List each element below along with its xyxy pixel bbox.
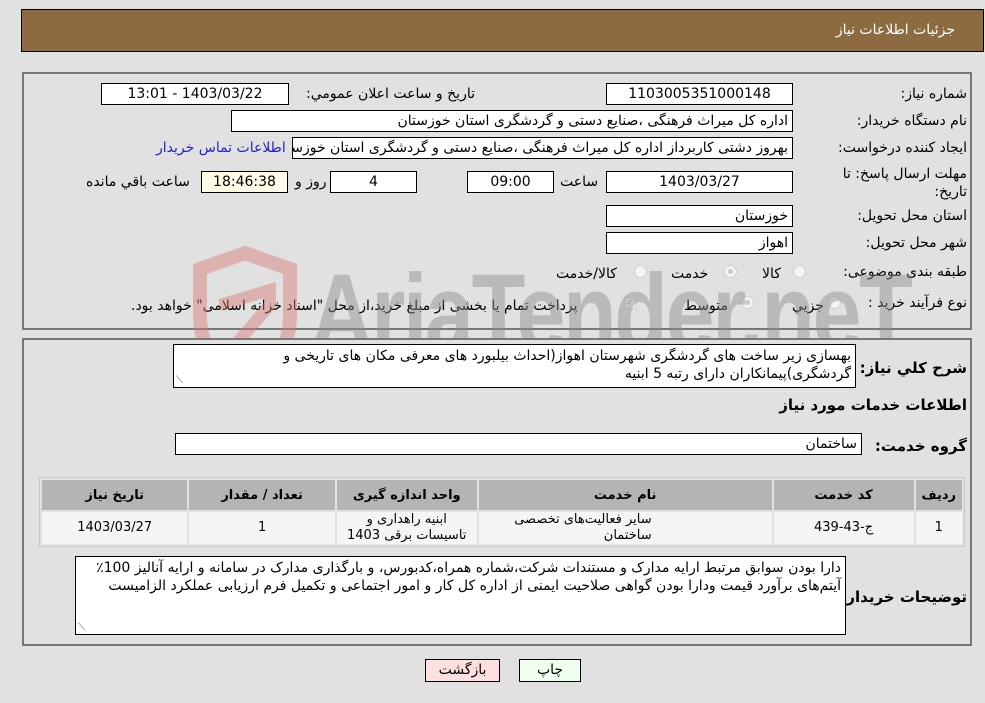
requester-label: ايجاد كننده درخواست: — [838, 140, 967, 156]
category-radio-goods[interactable] — [793, 265, 806, 278]
cell-unit: ابنیه راهداری و تاسیسات برقی 1403 — [336, 512, 477, 544]
buyer-org-label: نام دستگاه خريدار: — [856, 113, 967, 129]
buyer-org-field: اداره کل میراث فرهنگی ،صنایع دستی و گردش… — [231, 110, 793, 132]
buyer-notes-field[interactable]: دارا بودن سوابق مرتبط ارایه مدارک و مستن… — [75, 556, 846, 635]
resize-grip-icon[interactable]: ⟋ — [176, 376, 183, 386]
city-field: اهواز — [606, 232, 793, 254]
treasury-note: پرداخت تمام يا بخشی از مبلغ خريد،از محل … — [131, 298, 578, 314]
col-qty: تعداد / مقدار — [189, 480, 335, 510]
cell-code: ج-43-439 — [773, 512, 914, 544]
category-option-goods-service: کالا/خدمت — [556, 266, 617, 282]
cell-qty: 1 — [189, 512, 335, 544]
purchase-type-option-medium: متوسط — [684, 298, 728, 314]
table-row: 1 ج-43-439 سایر فعالیت‌های تخصصی ساختمان… — [42, 512, 962, 544]
purchase-type-option-minor: جزيي — [792, 298, 824, 314]
col-code: كد خدمت — [773, 480, 914, 510]
time-remaining-label: ساعت باقي مانده — [86, 174, 190, 190]
resize-grip-icon[interactable]: ⟋ — [78, 623, 85, 633]
deadline-time-label: ساعت — [560, 174, 599, 190]
col-date: تاريخ نياز — [42, 480, 188, 510]
deadline-time-field: 09:00 — [467, 171, 554, 193]
purchase-type-radio-minor[interactable] — [828, 296, 841, 309]
services-table-header: رديف كد خدمت نام خدمت واحد اندازه گيری ت… — [42, 480, 962, 510]
deadline-label: مهلت ارسال پاسخ: تا تاريخ: — [842, 166, 967, 200]
service-group-label: گروه خدمت: — [874, 437, 967, 455]
category-radio-goods-service[interactable] — [634, 265, 647, 278]
col-name: نام خدمت — [478, 480, 772, 510]
buyer-notes-text: دارا بودن سوابق مرتبط ارایه مدارک و مستن… — [96, 560, 841, 594]
page-header: جزئيات اطلاعات نیاز — [21, 9, 984, 52]
announce-datetime-field: 1403/03/22 - 13:01 — [101, 83, 289, 105]
announce-datetime-label: تاريخ و ساعت اعلان عمومي: — [306, 86, 475, 102]
province-label: استان محل تحويل: — [857, 208, 967, 224]
need-number-field: 1103005351000148 — [606, 83, 793, 105]
description-field[interactable]: بهسازی زیر ساخت های گردشگری شهرستان اهوا… — [173, 344, 856, 388]
time-remaining-field: 18:46:38 — [201, 171, 288, 193]
category-option-goods: کالا — [762, 266, 781, 282]
category-radio-service[interactable] — [724, 265, 737, 278]
col-unit: واحد اندازه گيری — [336, 480, 477, 510]
page-title: جزئيات اطلاعات نیاز — [835, 22, 955, 38]
cell-date: 1403/03/27 — [42, 512, 188, 544]
purchase-type-label: نوع فرآيند خريد : — [868, 295, 967, 311]
purchase-type-radio-medium[interactable] — [741, 296, 754, 309]
days-remaining-field: 4 — [330, 171, 417, 193]
requester-field: بهروز دشتی کاربرداز اداره کل میراث فرهنگ… — [292, 137, 793, 159]
service-group-field: ساختمان — [175, 433, 862, 455]
cell-name: سایر فعالیت‌های تخصصی ساختمان — [478, 512, 772, 544]
province-field: خوزستان — [606, 205, 793, 227]
services-table: رديف كد خدمت نام خدمت واحد اندازه گيری ت… — [39, 477, 965, 547]
category-label: طبقه بندی موضوعی: — [843, 264, 967, 280]
buyer-contact-link[interactable]: اطلاعات تماس خريدار — [156, 140, 286, 156]
buyer-notes-label: توضيحات خريدار: — [840, 588, 967, 606]
description-label: شرح كلي نياز: — [859, 359, 967, 377]
description-text: بهسازی زیر ساخت های گردشگری شهرستان اهوا… — [283, 348, 851, 382]
print-button[interactable]: چاپ — [519, 659, 581, 682]
need-number-label: شماره نیاز: — [900, 86, 968, 102]
category-option-service: خدمت — [671, 266, 709, 282]
services-section-title: اطلاعات خدمات مورد نياز — [779, 396, 967, 414]
col-index: رديف — [915, 480, 962, 510]
cell-index: 1 — [915, 512, 962, 544]
deadline-date-field: 1403/03/27 — [606, 171, 793, 193]
treasury-checkbox[interactable]: ✓ — [624, 297, 636, 309]
back-button[interactable]: بازگشت — [425, 659, 500, 682]
city-label: شهر محل تحويل: — [865, 235, 967, 251]
days-label: روز و — [295, 174, 327, 190]
